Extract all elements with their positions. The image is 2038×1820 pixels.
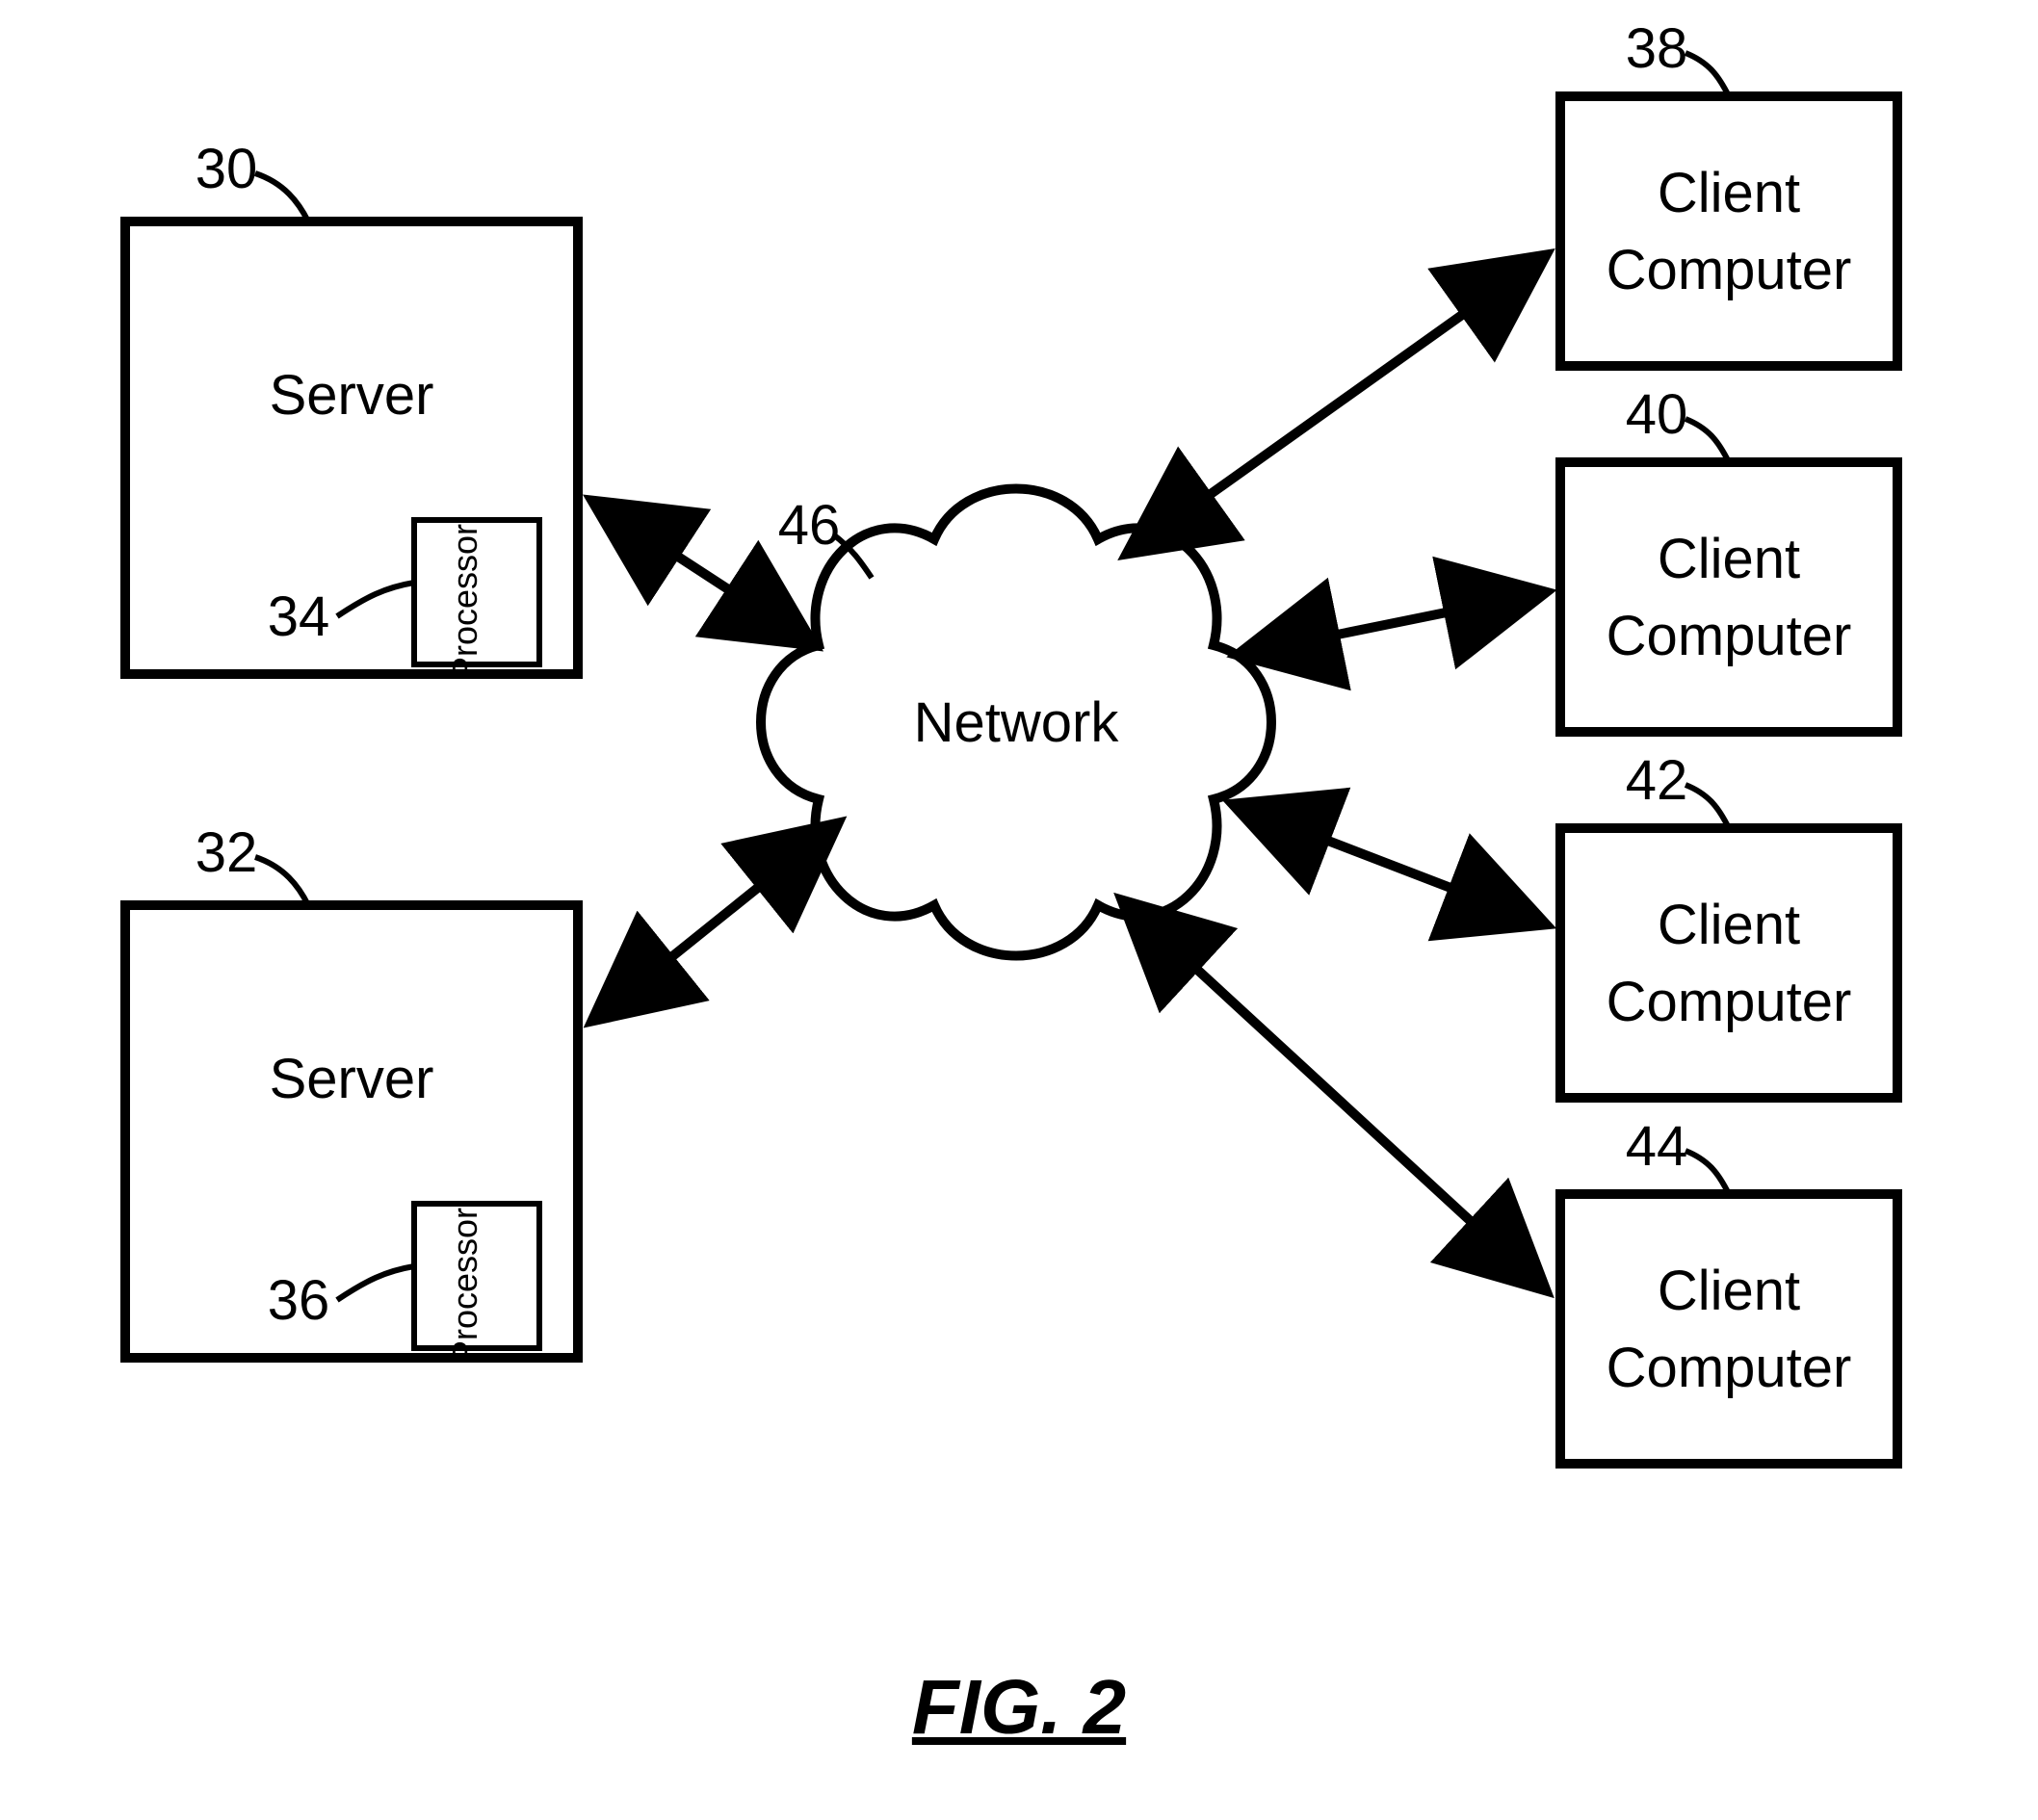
ref-38: 38	[1626, 17, 1688, 80]
ref-32: 32	[196, 821, 258, 884]
client-42-l2: Computer	[1607, 971, 1852, 1033]
diagram-canvas: Server Processor 34 30 Server Processor …	[0, 0, 2038, 1820]
ref-34: 34	[268, 585, 330, 648]
network-cloud: Network 46	[761, 489, 1271, 956]
client-38: Client Computer 38	[1560, 17, 1897, 366]
server-32-label: Server	[270, 1048, 434, 1110]
ref-30: 30	[196, 138, 258, 200]
client-42-l1: Client	[1658, 894, 1800, 956]
ref-36: 36	[268, 1269, 330, 1332]
server-30-label: Server	[270, 364, 434, 427]
conn-network-client40	[1238, 592, 1546, 655]
ref-44: 44	[1626, 1115, 1688, 1178]
processor-36-label: Processor	[445, 1208, 484, 1364]
ref-46: 46	[778, 494, 841, 557]
client-38-l2: Computer	[1607, 239, 1852, 301]
server-32: Server Processor 36 32	[125, 821, 578, 1364]
client-40-l1: Client	[1658, 528, 1800, 590]
client-44-l1: Client	[1658, 1260, 1800, 1322]
client-44: Client Computer 44	[1560, 1115, 1897, 1464]
client-38-l1: Client	[1658, 162, 1800, 224]
conn-network-client38	[1127, 255, 1546, 554]
processor-34-label: Processor	[445, 524, 484, 680]
client-40: Client Computer 40	[1560, 383, 1897, 732]
conn-network-client42	[1233, 804, 1546, 924]
conn-network-client44	[1122, 900, 1546, 1290]
network-label: Network	[914, 691, 1120, 754]
figure-caption: FIG. 2	[912, 1664, 1126, 1750]
client-42: Client Computer 42	[1560, 749, 1897, 1098]
server-30: Server Processor 34 30	[125, 138, 578, 680]
client-44-l2: Computer	[1607, 1337, 1852, 1399]
ref-40: 40	[1626, 383, 1688, 446]
ref-42: 42	[1626, 749, 1688, 812]
conn-server32-network	[592, 823, 838, 1021]
client-40-l2: Computer	[1607, 605, 1852, 667]
